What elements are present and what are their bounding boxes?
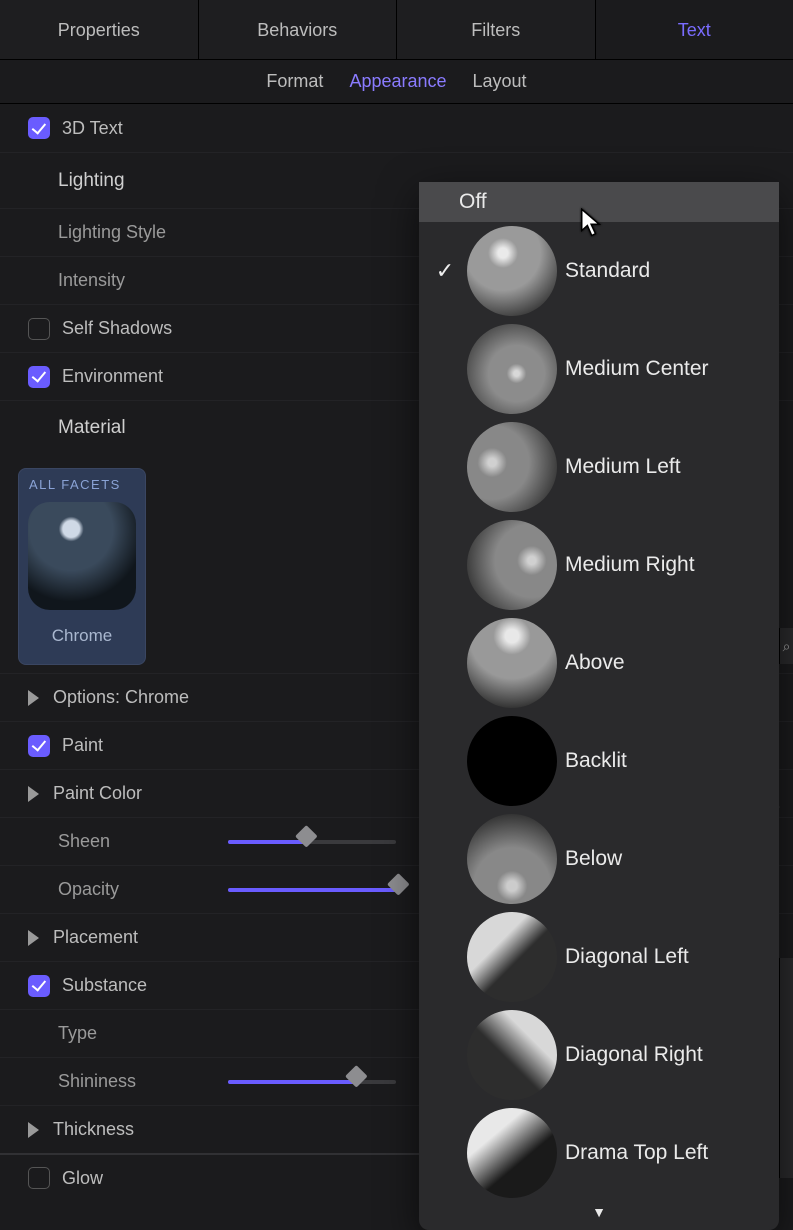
tab-filters[interactable]: Filters [397, 0, 596, 59]
menu-label-standard: Standard [565, 259, 650, 283]
label-paint: Paint [62, 735, 103, 756]
label-substance: Substance [62, 975, 147, 996]
lighting-style-menu[interactable]: Off ✓ Standard Medium Center Medium Left… [419, 182, 779, 1230]
sphere-preview-medium-left [467, 422, 557, 512]
menu-label-medium-right: Medium Right [565, 553, 695, 577]
label-material: Material [58, 417, 126, 439]
row-3d-text: 3D Text [0, 104, 793, 152]
menu-item-above[interactable]: Above [419, 614, 779, 712]
sphere-preview-below [467, 814, 557, 904]
label-lighting: Lighting [58, 170, 125, 192]
subtab-appearance[interactable]: Appearance [349, 71, 446, 92]
label-opacity: Opacity [58, 879, 198, 900]
label-type: Type [58, 1023, 97, 1044]
search-icon[interactable]: ⌕ [779, 628, 793, 664]
sphere-preview-medium-center [467, 324, 557, 414]
right-edge-panel [779, 958, 793, 1178]
subtab-layout[interactable]: Layout [473, 71, 527, 92]
slider-shininess[interactable] [228, 1080, 396, 1084]
sphere-preview-medium-right [467, 520, 557, 610]
menu-label-below: Below [565, 847, 622, 871]
disclosure-paint-color[interactable] [28, 786, 39, 802]
checkbox-3d-text[interactable] [28, 117, 50, 139]
label-environment: Environment [62, 366, 163, 387]
sphere-preview-drama-top-left [467, 1108, 557, 1198]
tab-behaviors[interactable]: Behaviors [199, 0, 398, 59]
menu-item-diagonal-right[interactable]: Diagonal Right [419, 1006, 779, 1104]
material-thumbnail[interactable] [28, 502, 136, 610]
label-glow: Glow [62, 1168, 103, 1189]
menu-item-medium-center[interactable]: Medium Center [419, 320, 779, 418]
menu-item-backlit[interactable]: Backlit [419, 712, 779, 810]
menu-scroll-down-icon[interactable]: ▼ [419, 1202, 779, 1220]
menu-label-diagonal-left: Diagonal Left [565, 945, 689, 969]
label-placement: Placement [53, 927, 138, 948]
menu-item-below[interactable]: Below [419, 810, 779, 908]
label-3d-text: 3D Text [62, 118, 123, 139]
label-thickness: Thickness [53, 1119, 134, 1140]
menu-item-medium-right[interactable]: Medium Right [419, 516, 779, 614]
menu-label-drama-top-left: Drama Top Left [565, 1141, 708, 1165]
check-icon: ✓ [431, 258, 459, 284]
checkbox-substance[interactable] [28, 975, 50, 997]
disclosure-placement[interactable] [28, 930, 39, 946]
menu-item-drama-top-left[interactable]: Drama Top Left [419, 1104, 779, 1202]
sphere-preview-diagonal-right [467, 1010, 557, 1100]
subtab-format[interactable]: Format [266, 71, 323, 92]
menu-item-medium-left[interactable]: Medium Left [419, 418, 779, 516]
checkbox-environment[interactable] [28, 366, 50, 388]
material-thumb-label: Chrome [19, 610, 145, 664]
tab-properties[interactable]: Properties [0, 0, 199, 59]
menu-label-diagonal-right: Diagonal Right [565, 1043, 703, 1067]
label-sheen: Sheen [58, 831, 198, 852]
slider-opacity[interactable] [228, 888, 396, 892]
facet-head: ALL FACETS [19, 469, 145, 498]
menu-label-above: Above [565, 651, 625, 675]
slider-sheen[interactable] [228, 840, 396, 844]
label-lighting-style: Lighting Style [58, 222, 166, 243]
text-subtabs: Format Appearance Layout [0, 60, 793, 104]
disclosure-thickness[interactable] [28, 1122, 39, 1138]
menu-label-medium-center: Medium Center [565, 357, 709, 381]
menu-label-backlit: Backlit [565, 749, 627, 773]
sphere-preview-above [467, 618, 557, 708]
label-shininess: Shininess [58, 1071, 198, 1092]
label-options-chrome: Options: Chrome [53, 687, 189, 708]
tab-text[interactable]: Text [596, 0, 793, 59]
material-facet-card[interactable]: ALL FACETS Chrome [18, 468, 146, 665]
menu-label-medium-left: Medium Left [565, 455, 681, 479]
menu-item-diagonal-left[interactable]: Diagonal Left [419, 908, 779, 1006]
sphere-preview-standard [467, 226, 557, 316]
checkbox-paint[interactable] [28, 735, 50, 757]
checkbox-self-shadows[interactable] [28, 318, 50, 340]
disclosure-options[interactable] [28, 690, 39, 706]
menu-item-off[interactable]: Off [419, 182, 779, 222]
sphere-preview-backlit [467, 716, 557, 806]
sphere-preview-diagonal-left [467, 912, 557, 1002]
menu-label-off: Off [459, 190, 487, 214]
label-intensity: Intensity [58, 270, 125, 291]
menu-item-standard[interactable]: ✓ Standard [419, 222, 779, 320]
inspector-tabs: Properties Behaviors Filters Text [0, 0, 793, 60]
checkbox-glow[interactable] [28, 1167, 50, 1189]
label-self-shadows: Self Shadows [62, 318, 172, 339]
